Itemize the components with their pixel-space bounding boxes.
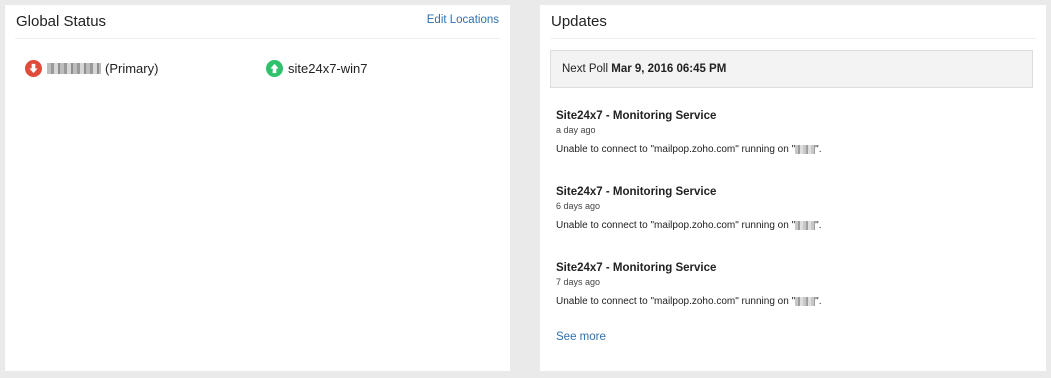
update-message: Unable to connect to "mailpop.zoho.com" …	[556, 296, 822, 307]
location-site24x7-win7[interactable]: site24x7-win7	[266, 60, 368, 77]
update-time: 7 days ago	[556, 277, 601, 287]
update-item: Site24x7 - Monitoring Service a day ago …	[556, 110, 1026, 155]
redacted-location-name	[47, 63, 101, 74]
update-title: Site24x7 - Monitoring Service	[556, 110, 717, 122]
redacted-host	[795, 144, 816, 154]
edit-locations-link[interactable]: Edit Locations	[427, 14, 499, 26]
update-item: Site24x7 - Monitoring Service 6 days ago…	[556, 186, 1026, 231]
update-title: Site24x7 - Monitoring Service	[556, 262, 717, 274]
global-status-panel: Global Status Edit Locations (Primary) s…	[5, 5, 510, 371]
panel-title: Updates	[551, 13, 607, 30]
update-message: Unable to connect to "mailpop.zoho.com" …	[556, 144, 822, 155]
location-label: (Primary)	[105, 61, 159, 76]
arrow-down-icon	[25, 60, 42, 77]
see-more-link[interactable]: See more	[556, 331, 606, 343]
update-item: Site24x7 - Monitoring Service 7 days ago…	[556, 262, 1026, 307]
redacted-host	[795, 296, 816, 306]
next-poll-box: Next Poll Mar 9, 2016 06:45 PM	[550, 50, 1033, 88]
updates-header: Updates	[550, 5, 1036, 39]
redacted-host	[795, 220, 816, 230]
location-label: site24x7-win7	[288, 61, 368, 76]
update-title: Site24x7 - Monitoring Service	[556, 186, 717, 198]
location-primary[interactable]: (Primary)	[25, 60, 158, 77]
global-status-header: Global Status Edit Locations	[15, 5, 500, 39]
updates-panel: Updates Next Poll Mar 9, 2016 06:45 PM S…	[540, 5, 1046, 371]
update-time: a day ago	[556, 125, 596, 135]
update-time: 6 days ago	[556, 201, 601, 211]
update-message: Unable to connect to "mailpop.zoho.com" …	[556, 220, 822, 231]
next-poll-label: Next Poll	[562, 63, 609, 75]
arrow-up-icon	[266, 60, 283, 77]
panel-title: Global Status	[16, 13, 107, 30]
next-poll-value: Mar 9, 2016 06:45 PM	[611, 63, 727, 75]
